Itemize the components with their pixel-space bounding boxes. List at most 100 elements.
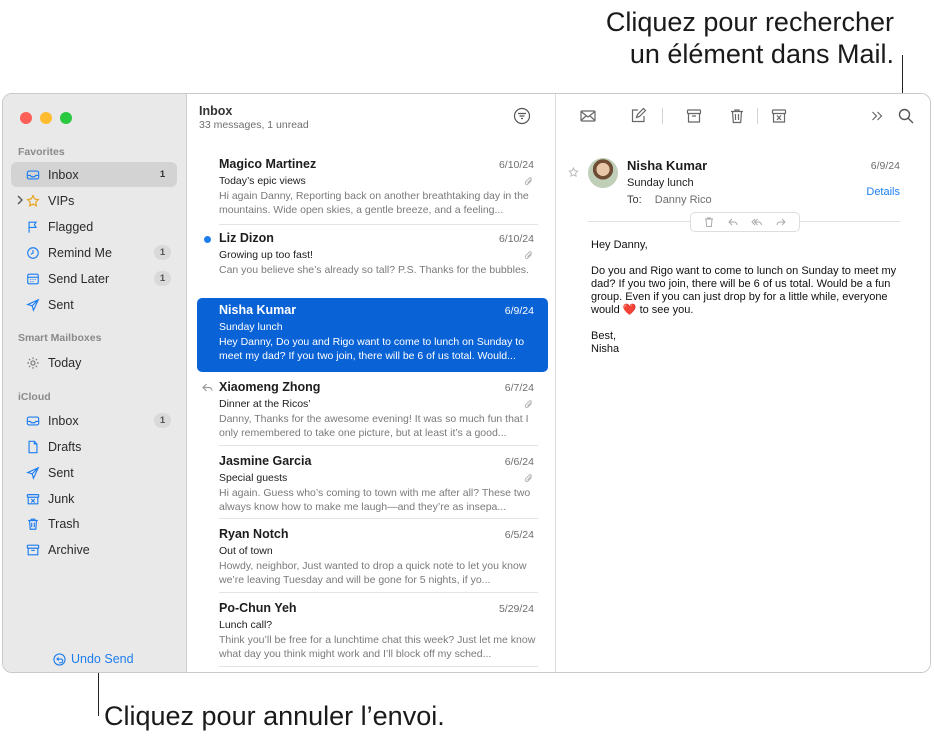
heart-emoji: ❤️ — [622, 304, 637, 316]
icloud-header: iCloud — [18, 391, 51, 403]
reply-all-icon[interactable] — [751, 216, 763, 228]
sidebar-item-today[interactable]: Today — [11, 350, 177, 375]
sidebar-item-remind-me[interactable]: Remind Me 1 — [11, 240, 177, 265]
sidebar-item-archive[interactable]: Archive — [11, 537, 177, 562]
message-date: 6/6/24 — [504, 456, 534, 468]
sidebar-item-trash[interactable]: Trash — [11, 511, 177, 536]
archive-icon — [686, 109, 702, 123]
message-sender: Ryan Notch — [219, 527, 289, 541]
sidebar-item-label: VIPs — [48, 193, 75, 208]
count-badge: 1 — [154, 271, 171, 286]
message-date: 6/9/24 — [870, 160, 900, 172]
message-row-selected[interactable]: Nisha Kumar 6/9/24 Sunday lunch Hey Dann… — [197, 298, 548, 372]
message-subject: Growing up too fast! — [219, 249, 313, 261]
sidebar-item-label: Flagged — [48, 219, 94, 234]
message-divider — [219, 592, 538, 593]
search-button[interactable] — [896, 106, 916, 126]
gear-icon — [25, 355, 41, 371]
compose-button[interactable] — [628, 106, 648, 126]
close-window-button[interactable] — [20, 112, 32, 124]
to-label: To: — [627, 194, 642, 206]
unread-count-badge: 1 — [159, 169, 166, 180]
recipient-name[interactable]: Danny Rico — [655, 194, 712, 206]
forward-icon[interactable] — [775, 216, 787, 228]
message-row[interactable]: Ryan Notch 6/5/24 Out of town Howdy, nei… — [197, 526, 548, 598]
message-row[interactable]: Magico Martinez 6/10/24 Today’s epic vie… — [197, 156, 548, 228]
sidebar-item-label: Sent — [48, 465, 74, 480]
window-controls — [20, 112, 72, 124]
junk-button[interactable] — [769, 106, 789, 126]
body-signature: Nisha — [591, 343, 620, 355]
sender-name: Nisha Kumar — [627, 158, 708, 173]
trash-icon[interactable] — [703, 216, 715, 228]
mail-window: Favorites Inbox 1 VIPs Flagged Remind Me… — [2, 93, 931, 673]
sidebar-item-label: Remind Me — [48, 245, 112, 260]
calendar-icon — [25, 271, 41, 287]
minimize-window-button[interactable] — [40, 112, 52, 124]
sidebar-item-label: Trash — [48, 516, 80, 531]
sidebar-item-label: Junk — [48, 491, 75, 506]
message-row[interactable]: Liz Dizon 6/10/24 Growing up too fast! C… — [197, 230, 548, 302]
chevron-right-icon[interactable] — [15, 194, 25, 206]
message-body: Hey Danny, Do you and Rigo want to come … — [591, 239, 906, 356]
mailbox-status: 33 messages, 1 unread — [199, 119, 309, 131]
message-date: 6/10/24 — [498, 233, 534, 245]
message-divider — [219, 666, 538, 667]
details-link[interactable]: Details — [866, 186, 900, 198]
message-subject: Sunday lunch — [627, 177, 694, 189]
sidebar-item-junk[interactable]: Junk — [11, 486, 177, 511]
sidebar-item-label: Send Later — [48, 271, 110, 286]
message-row[interactable]: Xiaomeng Zhong 6/7/24 Dinner at the Rico… — [197, 379, 548, 451]
filter-icon[interactable] — [513, 107, 531, 125]
undo-send-label: Undo Send — [71, 652, 134, 666]
sidebar-item-label: Sent — [48, 297, 74, 312]
paperplane-icon — [25, 297, 41, 313]
body-text: Do you and Rigo want to come to lunch on… — [591, 265, 897, 316]
message-date: 6/7/24 — [504, 382, 534, 394]
body-greeting: Hey Danny, — [591, 239, 648, 251]
message-preview: Can you believe she’s already so tall? P… — [219, 264, 529, 276]
message-sender: Po-Chun Yeh — [219, 601, 297, 615]
message-preview: Hey Danny, Do you and Rigo want to come … — [219, 336, 525, 362]
replied-arrow-icon — [202, 383, 213, 392]
message-divider — [219, 224, 538, 225]
body-signoff: Best, — [591, 330, 617, 342]
sidebar-item-send-later[interactable]: Send Later 1 — [11, 266, 177, 291]
message-subject: Out of town — [219, 545, 273, 557]
star-icon[interactable] — [568, 167, 579, 178]
message-date: 6/9/24 — [504, 305, 534, 317]
recipient-line: To: Danny Rico — [627, 194, 712, 206]
undo-send-button[interactable]: Undo Send — [53, 652, 134, 666]
sidebar-item-flagged[interactable]: Flagged — [11, 214, 177, 239]
message-list: Inbox 33 messages, 1 unread Magico Marti… — [187, 94, 556, 672]
sidebar-item-label: Today — [48, 355, 82, 370]
sidebar-item-icloud-inbox[interactable]: Inbox 1 — [11, 408, 177, 433]
avatar — [588, 158, 618, 188]
zoom-window-button[interactable] — [60, 112, 72, 124]
get-mail-button[interactable] — [578, 106, 598, 126]
delete-button[interactable] — [727, 106, 747, 126]
junk-icon — [771, 109, 787, 123]
message-divider — [219, 445, 538, 446]
message-sender: Xiaomeng Zhong — [219, 380, 321, 394]
message-row[interactable]: Po-Chun Yeh 5/29/24 Lunch call? Think yo… — [197, 600, 548, 672]
star-icon — [25, 193, 41, 209]
sidebar-item-favorites-sent[interactable]: Sent — [11, 292, 177, 317]
search-callout: Cliquez pour rechercher un élément dans … — [606, 6, 894, 70]
sidebar: Favorites Inbox 1 VIPs Flagged Remind Me… — [3, 94, 187, 672]
paperplane-icon — [25, 465, 41, 481]
archive-button[interactable] — [684, 106, 704, 126]
search-callout-line2: un élément dans Mail. — [629, 39, 894, 69]
sidebar-item-label: Inbox — [48, 167, 79, 182]
undo-icon — [53, 652, 66, 666]
more-toolbar-button[interactable] — [867, 106, 887, 126]
reply-icon[interactable] — [727, 216, 739, 228]
sidebar-item-drafts[interactable]: Drafts — [11, 434, 177, 459]
sidebar-item-vips[interactable]: VIPs — [11, 188, 177, 213]
search-callout-line1: Cliquez pour rechercher — [605, 7, 894, 37]
message-row[interactable]: Jasmine Garcia 6/6/24 Special guests Hi … — [197, 453, 548, 525]
sidebar-item-favorites-inbox[interactable]: Inbox 1 — [11, 162, 177, 187]
flag-icon — [25, 219, 41, 235]
undo-callout-leader — [98, 670, 99, 716]
sidebar-item-icloud-sent[interactable]: Sent — [11, 460, 177, 485]
